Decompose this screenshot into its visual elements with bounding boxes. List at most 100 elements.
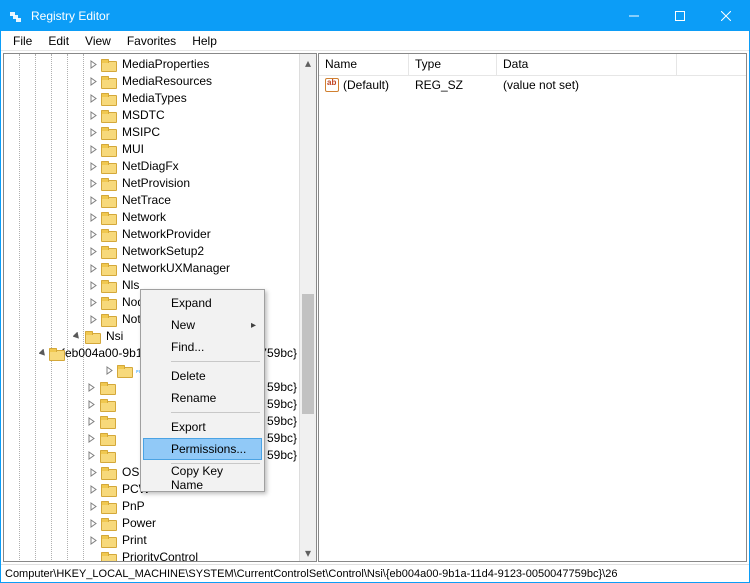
tree-item[interactable]: NetworkUXManager	[6, 260, 299, 277]
menu-item-find[interactable]: Find...	[143, 336, 262, 358]
expand-icon[interactable]	[86, 296, 100, 310]
tree-item[interactable]: PnP	[6, 498, 299, 515]
tree-label[interactable]: 59bc}	[265, 379, 299, 396]
tree-label[interactable]: 59bc}	[265, 447, 299, 464]
expand-icon[interactable]	[86, 126, 100, 140]
menu-item-permissions[interactable]: Permissions...	[143, 438, 262, 460]
tree-item[interactable]: PriorityControl	[6, 549, 299, 561]
menu-item-export[interactable]: Export	[143, 416, 262, 438]
tree-item[interactable]: MSDTC	[6, 107, 299, 124]
expand-icon[interactable]	[85, 449, 99, 463]
menu-item-expand[interactable]: Expand	[143, 292, 262, 314]
tree-label[interactable]: 59bc}	[265, 396, 299, 413]
minimize-button[interactable]	[611, 1, 657, 31]
tree-item[interactable]: MSIPC	[6, 124, 299, 141]
expand-icon[interactable]	[86, 279, 100, 293]
expand-icon[interactable]	[86, 177, 100, 191]
close-button[interactable]	[703, 1, 749, 31]
tree-item[interactable]: Network	[6, 209, 299, 226]
tree-item[interactable]: NetworkProvider	[6, 226, 299, 243]
tree-label[interactable]: Print	[120, 532, 149, 549]
tree-label[interactable]: 59bc}	[265, 413, 299, 430]
tree-item[interactable]: Power	[6, 515, 299, 532]
menu-favorites[interactable]: Favorites	[119, 33, 184, 49]
tree-label[interactable]: PnP	[120, 498, 147, 515]
expand-icon[interactable]	[86, 109, 100, 123]
menu-item-copy-key-name[interactable]: Copy Key Name	[143, 467, 262, 489]
tree-label[interactable]: Power	[120, 515, 158, 532]
menu-file[interactable]: File	[5, 33, 40, 49]
scroll-up-icon[interactable]: ▴	[300, 54, 316, 71]
expand-icon[interactable]	[85, 415, 99, 429]
menu-item-new[interactable]: New▸	[143, 314, 262, 336]
context-menu[interactable]: ExpandNew▸Find... DeleteRename ExportPermi…	[140, 289, 265, 492]
tree-item[interactable]: MUI	[6, 141, 299, 158]
tree-label[interactable]: MediaTypes	[120, 90, 189, 107]
maximize-button[interactable]	[657, 1, 703, 31]
tree-item[interactable]: NetworkSetup2	[6, 243, 299, 260]
expand-icon[interactable]	[86, 160, 100, 174]
expand-icon[interactable]	[86, 58, 100, 72]
values-list[interactable]: (Default)REG_SZ(value not set)	[319, 76, 746, 561]
expand-icon[interactable]	[86, 483, 100, 497]
column-header[interactable]: Type	[409, 54, 497, 75]
expand-icon[interactable]	[86, 466, 100, 480]
tree-label[interactable]: Nsi	[104, 328, 125, 345]
tree-scrollbar[interactable]: ▴ ▾	[299, 54, 316, 561]
expand-icon[interactable]	[86, 75, 100, 89]
expand-icon[interactable]	[86, 92, 100, 106]
expand-icon[interactable]	[85, 432, 99, 446]
tree-item[interactable]: NetTrace	[6, 192, 299, 209]
menu-help[interactable]: Help	[184, 33, 225, 49]
tree-label[interactable]: Nls	[120, 277, 141, 294]
tree-label[interactable]: NetTrace	[120, 192, 173, 209]
folder-icon	[101, 211, 117, 225]
menu-item-delete[interactable]: Delete	[143, 365, 262, 387]
tree-item[interactable]: MediaTypes	[6, 90, 299, 107]
tree-label[interactable]: Network	[120, 209, 168, 226]
scroll-thumb[interactable]	[302, 294, 314, 414]
tree-item[interactable]: Print	[6, 532, 299, 549]
expand-icon[interactable]	[86, 211, 100, 225]
tree-label[interactable]: MediaResources	[120, 73, 214, 90]
column-header[interactable]: Name	[319, 54, 409, 75]
menu-view[interactable]: View	[77, 33, 119, 49]
menu-edit[interactable]: Edit	[40, 33, 77, 49]
tree-label[interactable]: MSIPC	[120, 124, 162, 141]
values-header[interactable]: NameTypeData	[319, 54, 746, 76]
tree-label[interactable]: NetworkSetup2	[120, 243, 206, 260]
tree-item[interactable]: NetDiagFx	[6, 158, 299, 175]
expand-icon[interactable]	[86, 228, 100, 242]
titlebar[interactable]: Registry Editor	[1, 1, 749, 31]
tree-item[interactable]: NetProvision	[6, 175, 299, 192]
expand-icon[interactable]	[86, 534, 100, 548]
column-header[interactable]: Data	[497, 54, 677, 75]
tree-item[interactable]: MediaResources	[6, 73, 299, 90]
expand-icon[interactable]	[85, 381, 99, 395]
tree-label[interactable]: NetworkUXManager	[120, 260, 232, 277]
tree-label[interactable]: PriorityControl	[120, 549, 200, 561]
expand-icon[interactable]	[86, 262, 100, 276]
tree-label[interactable]: MUI	[120, 141, 146, 158]
expand-icon[interactable]	[102, 364, 116, 378]
expand-icon[interactable]	[86, 517, 100, 531]
collapse-icon[interactable]	[39, 347, 48, 361]
expand-icon[interactable]	[86, 194, 100, 208]
tree-label[interactable]: MediaProperties	[120, 56, 211, 73]
expand-icon[interactable]	[86, 143, 100, 157]
tree-label[interactable]: MSDTC	[120, 107, 167, 124]
collapse-icon[interactable]	[70, 330, 84, 344]
folder-icon	[101, 245, 117, 259]
menu-item-rename[interactable]: Rename	[143, 387, 262, 409]
expand-icon[interactable]	[86, 500, 100, 514]
tree-label[interactable]: NetProvision	[120, 175, 192, 192]
scroll-down-icon[interactable]: ▾	[300, 544, 316, 561]
tree-label[interactable]: NetworkProvider	[120, 226, 213, 243]
value-row[interactable]: (Default)REG_SZ(value not set)	[319, 76, 746, 94]
expand-icon[interactable]	[86, 245, 100, 259]
tree-label[interactable]: NetDiagFx	[120, 158, 181, 175]
tree-label[interactable]: 59bc}	[265, 430, 299, 447]
expand-icon[interactable]	[86, 313, 100, 327]
expand-icon[interactable]	[85, 398, 99, 412]
tree-item[interactable]: MediaProperties	[6, 56, 299, 73]
